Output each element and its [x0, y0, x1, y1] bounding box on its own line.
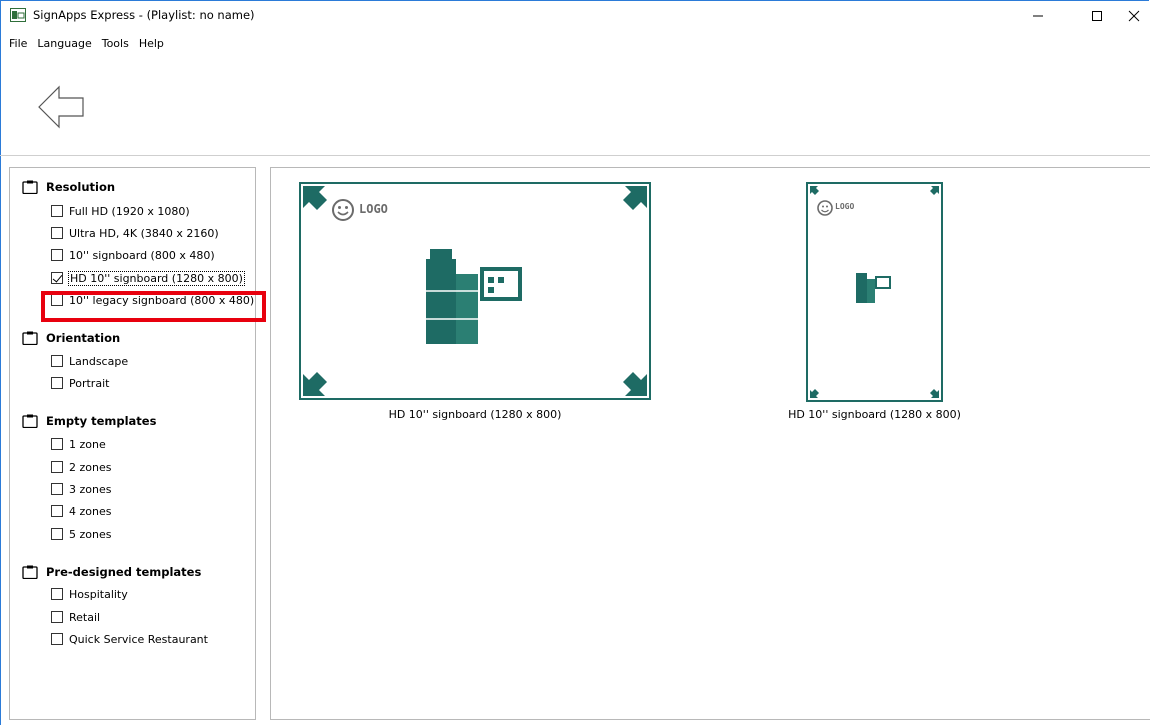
- checkbox[interactable]: [51, 528, 63, 540]
- group-title: Resolution: [46, 180, 116, 194]
- checkbox[interactable]: [51, 227, 63, 239]
- option-2-zones[interactable]: 2 zones: [51, 459, 111, 475]
- corner-arrow-icon: [303, 372, 327, 396]
- template-caption: HD 10'' signboard (1280 x 800): [788, 408, 961, 421]
- clipboard-icon: [22, 331, 38, 345]
- option-label: 3 zones: [69, 482, 112, 496]
- maximize-icon: [1092, 11, 1102, 21]
- option-label: HD 10'' signboard (1280 x 800): [68, 270, 245, 286]
- group-resolution[interactable]: Resolution: [22, 180, 115, 194]
- checkbox[interactable]: [51, 438, 63, 450]
- template-card-portrait[interactable]: LOGO: [806, 182, 943, 402]
- corner-arrow-icon: [810, 186, 819, 195]
- option-label: 4 zones: [69, 504, 112, 518]
- checkbox[interactable]: [51, 461, 63, 473]
- clipboard-icon: [22, 180, 38, 194]
- option-label: Retail: [69, 610, 101, 624]
- option-ultra-hd[interactable]: Ultra HD, 4K (3840 x 2160): [51, 225, 219, 241]
- option-label: 2 zones: [69, 460, 112, 474]
- highlight-annotation: [41, 291, 266, 322]
- close-icon: [1128, 10, 1140, 22]
- checkbox[interactable]: [51, 205, 63, 217]
- option-4-zones[interactable]: 4 zones: [51, 503, 111, 519]
- corner-arrow-icon: [623, 186, 647, 210]
- close-button[interactable]: [1118, 0, 1150, 32]
- checkbox[interactable]: [51, 483, 63, 495]
- logo-placeholder: LOGO: [359, 202, 388, 216]
- group-orientation[interactable]: Orientation: [22, 331, 120, 345]
- title-bar: SignApps Express - (Playlist: no name): [0, 0, 1150, 32]
- option-10-signboard[interactable]: 10'' signboard (800 x 480): [51, 247, 215, 263]
- option-3-zones[interactable]: 3 zones: [51, 481, 111, 497]
- option-retail[interactable]: Retail: [51, 609, 100, 625]
- window-title: SignApps Express - (Playlist: no name): [33, 8, 255, 22]
- option-landscape[interactable]: Landscape: [51, 353, 128, 369]
- group-title: Pre-designed templates: [46, 565, 202, 579]
- checkbox[interactable]: [51, 249, 63, 261]
- corner-arrow-icon: [810, 389, 819, 398]
- option-label: Hospitality: [69, 587, 128, 601]
- group-title: Empty templates: [46, 414, 157, 428]
- group-predesigned-templates[interactable]: Pre-designed templates: [22, 565, 201, 579]
- logo-placeholder: LOGO: [835, 202, 855, 211]
- menu-tools[interactable]: Tools: [97, 36, 134, 52]
- menu-bar: File Language Tools Help: [4, 36, 169, 52]
- option-hd-10-signboard[interactable]: HD 10'' signboard (1280 x 800): [51, 270, 245, 286]
- template-caption: HD 10'' signboard (1280 x 800): [388, 408, 562, 421]
- app-icon: [10, 8, 26, 22]
- checkbox[interactable]: [51, 377, 63, 389]
- maximize-button[interactable]: [1074, 0, 1120, 32]
- checkbox[interactable]: [51, 611, 63, 623]
- option-label: Full HD (1920 x 1080): [69, 204, 190, 218]
- back-button[interactable]: [37, 84, 85, 130]
- checkbox[interactable]: [51, 355, 63, 367]
- template-preview-landscape: [303, 186, 647, 396]
- toolbar-divider: [0, 155, 1150, 156]
- back-arrow-icon: [38, 85, 84, 129]
- option-full-hd[interactable]: Full HD (1920 x 1080): [51, 203, 190, 219]
- group-empty-templates[interactable]: Empty templates: [22, 414, 156, 428]
- option-label: 10'' signboard (800 x 480): [69, 248, 215, 262]
- template-preview-portrait: [810, 186, 939, 398]
- menu-help[interactable]: Help: [134, 36, 169, 52]
- option-label: Ultra HD, 4K (3840 x 2160): [69, 226, 219, 240]
- option-label: 5 zones: [69, 527, 112, 541]
- option-5-zones[interactable]: 5 zones: [51, 526, 111, 542]
- option-portrait[interactable]: Portrait: [51, 375, 109, 391]
- menu-file[interactable]: File: [4, 36, 32, 52]
- template-card-landscape[interactable]: LOGO: [299, 182, 651, 400]
- option-label: Landscape: [69, 354, 129, 368]
- checkbox-checked[interactable]: [51, 272, 63, 284]
- corner-arrow-icon: [623, 372, 647, 396]
- option-label: 1 zone: [69, 437, 106, 451]
- corner-arrow-icon: [303, 186, 327, 210]
- minimize-button[interactable]: [1015, 0, 1061, 32]
- corner-arrow-icon: [930, 186, 939, 195]
- clipboard-icon: [22, 565, 38, 579]
- option-label: Portrait: [69, 376, 110, 390]
- checkbox[interactable]: [51, 633, 63, 645]
- corner-arrow-icon: [930, 389, 939, 398]
- minimize-icon: [1033, 15, 1043, 17]
- template-gallery: LOGO HD 10'' signboard (1280 x 800) LOGO…: [270, 167, 1150, 720]
- group-title: Orientation: [46, 331, 121, 345]
- clipboard-icon: [22, 414, 38, 428]
- menu-language[interactable]: Language: [32, 36, 96, 52]
- option-quick-service-restaurant[interactable]: Quick Service Restaurant: [51, 631, 208, 647]
- checkbox[interactable]: [51, 588, 63, 600]
- option-hospitality[interactable]: Hospitality: [51, 586, 128, 602]
- checkbox[interactable]: [51, 505, 63, 517]
- option-1-zone[interactable]: 1 zone: [51, 436, 106, 452]
- option-label: Quick Service Restaurant: [69, 632, 208, 646]
- filter-panel: Resolution Full HD (1920 x 1080) Ultra H…: [9, 167, 266, 720]
